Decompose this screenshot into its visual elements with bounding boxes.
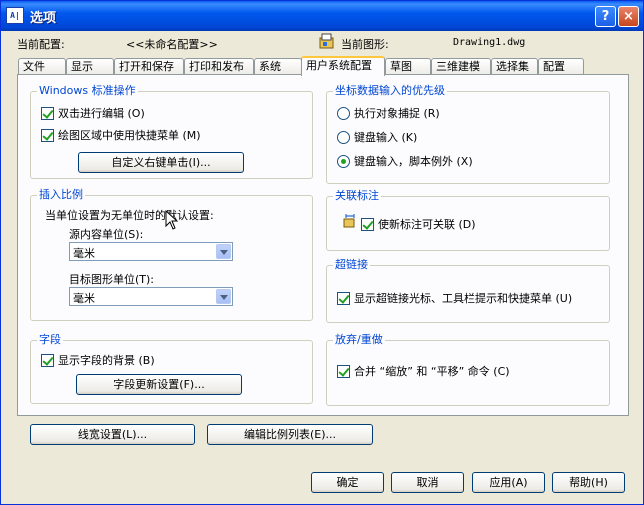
tab-selection[interactable]: 选择集	[491, 58, 538, 75]
group-title: 坐标数据输入的优先级	[333, 84, 447, 98]
radio-keyboard-entry[interactable]: 键盘输入 (K)	[337, 129, 417, 145]
group-title: 超链接	[333, 258, 370, 272]
target-units-label: 目标图形单位(T):	[69, 273, 155, 286]
current-profile-value: <<未命名配置>>	[126, 38, 218, 51]
radio-running-osnap[interactable]: 执行对象捕捉 (R)	[337, 105, 440, 121]
group-title: 关联标注	[333, 189, 381, 203]
tab-user-preferences[interactable]: 用户系统配置	[301, 56, 385, 76]
tab-profiles[interactable]: 配置	[538, 58, 584, 75]
undo-redo-group: 放弃/重做 合并 “缩放” 和 “平移” 命令 (C)	[326, 333, 610, 406]
combine-zoom-pan-checkbox[interactable]: 合并 “缩放” 和 “平移” 命令 (C)	[337, 363, 510, 379]
default-units-description: 当单位设置为无单位时的默认设置:	[45, 209, 214, 222]
dropdown-arrow-icon[interactable]	[216, 289, 231, 304]
tab-system[interactable]: 系统	[254, 58, 302, 75]
checkbox-icon[interactable]	[337, 364, 350, 378]
lineweight-settings-button[interactable]: 线宽设置(L)...	[30, 424, 195, 445]
radio-icon[interactable]	[337, 154, 350, 168]
radio-icon[interactable]	[337, 106, 350, 120]
group-title: 插入比例	[37, 188, 85, 202]
tab-open-save[interactable]: 打开和保存	[114, 58, 184, 75]
fields-group: 字段 显示字段的背景 (B) 字段更新设置(F)...	[30, 333, 313, 404]
group-title: Windows 标准操作	[37, 84, 138, 98]
checkbox-label: 显示超链接光标、工具栏提示和快捷菜单 (U)	[354, 292, 573, 305]
windows-standard-group: Windows 标准操作 双击进行编辑 (O) 绘图区域中使用快捷菜单 (M) …	[30, 84, 313, 179]
cancel-button[interactable]: 取消	[391, 472, 464, 493]
title-bar[interactable]: A| 选项 ? ×	[1, 1, 643, 31]
source-units-value: 毫米	[73, 247, 95, 260]
hyperlink-group: 超链接 显示超链接光标、工具栏提示和快捷菜单 (U)	[326, 258, 610, 323]
apply-button[interactable]: 应用(A)	[472, 472, 545, 493]
target-units-value: 毫米	[73, 292, 95, 305]
checkbox-label: 双击进行编辑 (O)	[58, 107, 145, 120]
source-units-label: 源内容单位(S):	[69, 228, 144, 241]
target-units-select[interactable]: 毫米	[69, 287, 233, 306]
double-click-edit-checkbox[interactable]: 双击进行编辑 (O)	[41, 105, 145, 121]
checkbox-label: 合并 “缩放” 和 “平移” 命令 (C)	[354, 365, 510, 378]
options-dialog: A| 选项 ? × 当前配置: <<未命名配置>> 当前图形: Drawing1…	[0, 0, 644, 505]
group-title: 字段	[37, 333, 63, 347]
app-icon: A|	[6, 7, 24, 24]
hyperlink-cursor-checkbox[interactable]: 显示超链接光标、工具栏提示和快捷菜单 (U)	[337, 290, 572, 306]
checkbox-icon[interactable]	[41, 106, 54, 120]
tab-files[interactable]: 文件	[18, 58, 66, 75]
radio-label: 键盘输入 (K)	[354, 131, 418, 144]
drawing-icon	[319, 33, 334, 49]
right-click-customize-button[interactable]: 自定义右键单击(I)...	[78, 152, 244, 173]
tab-display[interactable]: 显示	[66, 58, 114, 75]
associative-dimensioning-group: 关联标注 使新标注可关联 (D)	[326, 189, 610, 251]
help-button[interactable]: 帮助(H)	[552, 472, 625, 493]
window-title: 选项	[30, 11, 57, 26]
tab-drafting[interactable]: 草图	[385, 58, 431, 75]
close-icon[interactable]: ×	[618, 6, 639, 27]
tab-3d-modeling[interactable]: 三维建模	[431, 58, 491, 75]
shortcut-menu-checkbox[interactable]: 绘图区域中使用快捷菜单 (M)	[41, 127, 201, 143]
checkbox-icon[interactable]	[361, 217, 374, 231]
user-preferences-panel: Windows 标准操作 双击进行编辑 (O) 绘图区域中使用快捷菜单 (M) …	[17, 74, 629, 445]
help-icon[interactable]: ?	[595, 6, 616, 27]
coordinate-priority-group: 坐标数据输入的优先级 执行对象捕捉 (R) 键盘输入 (K) 键盘输入，脚本例外…	[326, 84, 610, 184]
checkbox-icon[interactable]	[41, 353, 54, 367]
radio-label: 执行对象捕捉 (R)	[354, 107, 440, 120]
insertion-scale-group: 插入比例 当单位设置为无单位时的默认设置: 源内容单位(S): 毫米 目标图形单…	[30, 188, 313, 321]
field-background-checkbox[interactable]: 显示字段的背景 (B)	[41, 352, 155, 368]
radio-label: 键盘输入，脚本例外 (X)	[354, 155, 473, 168]
ok-button[interactable]: 确定	[311, 472, 384, 493]
dropdown-arrow-icon[interactable]	[216, 244, 231, 259]
new-dimensions-associative-checkbox[interactable]: 使新标注可关联 (D)	[361, 216, 476, 232]
current-profile-label: 当前配置:	[17, 38, 65, 51]
checkbox-icon[interactable]	[41, 128, 54, 142]
checkbox-label: 使新标注可关联 (D)	[378, 218, 476, 231]
mouse-cursor-icon	[165, 210, 179, 230]
group-title: 放弃/重做	[333, 333, 385, 347]
radio-icon[interactable]	[337, 130, 350, 144]
checkbox-icon[interactable]	[337, 291, 350, 305]
source-units-select[interactable]: 毫米	[69, 242, 233, 261]
edit-scale-list-button[interactable]: 编辑比例列表(E)...	[207, 424, 373, 445]
radio-keyboard-except-scripts[interactable]: 键盘输入，脚本例外 (X)	[337, 153, 473, 169]
tab-plot-publish[interactable]: 打印和发布	[184, 58, 254, 75]
dimension-icon	[343, 214, 355, 228]
checkbox-label: 显示字段的背景 (B)	[58, 354, 155, 367]
current-drawing-value: Drawing1.dwg	[453, 37, 526, 48]
current-drawing-label: 当前图形:	[341, 38, 389, 51]
checkbox-label: 绘图区域中使用快捷菜单 (M)	[58, 129, 201, 142]
field-update-settings-button[interactable]: 字段更新设置(F)...	[76, 374, 242, 395]
